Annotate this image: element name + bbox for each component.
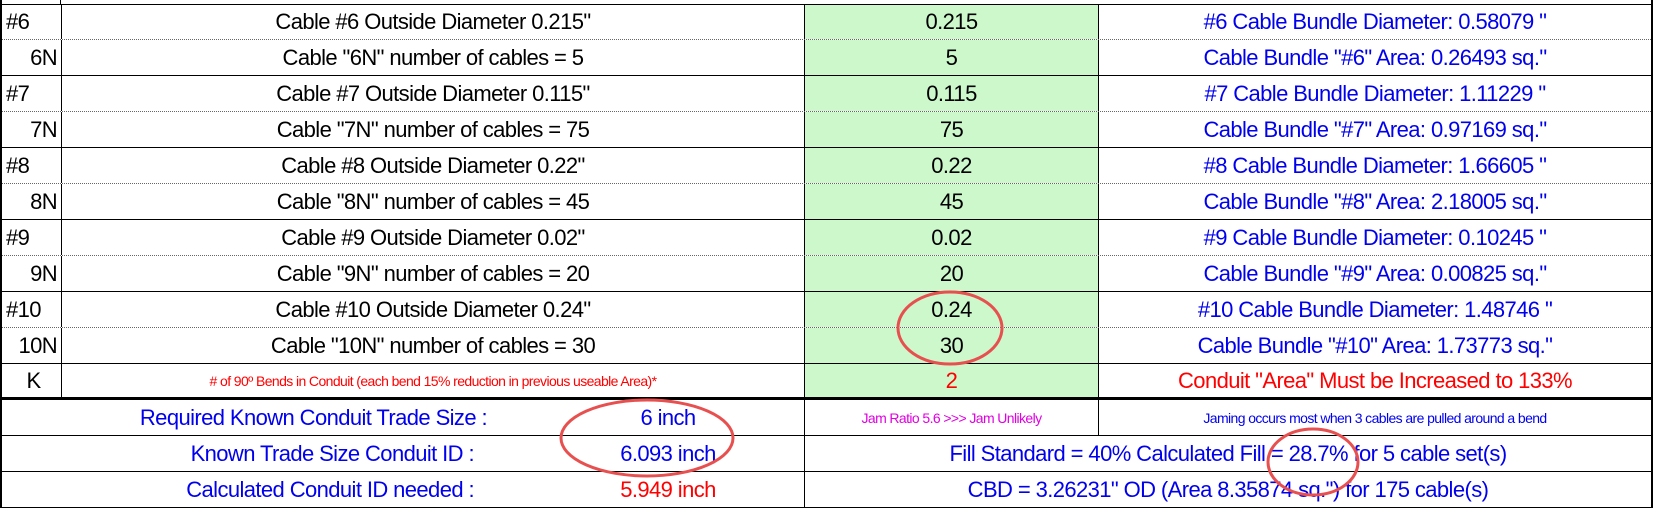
summary-row-trade-size: Required Known Conduit Trade Size : 6 in…	[2, 400, 1651, 436]
row-label: Cable #10 Outside Diameter 0.24"	[62, 292, 805, 327]
row-result: #7 Cable Bundle Diameter: 1.11229 "	[1204, 80, 1546, 106]
jam-ratio: Jam Ratio 5.6 >>> Jam Unlikely	[805, 400, 1099, 435]
row-id: #7	[2, 76, 62, 111]
row-input[interactable]: 5	[805, 40, 1099, 75]
row-result: Cable Bundle "#6" Area: 0.26493 sq."	[1203, 44, 1547, 70]
row-input[interactable]: 45	[805, 184, 1099, 219]
row-result: Cable Bundle "#7" Area: 0.97169 sq."	[1203, 116, 1547, 142]
bends-result: Conduit "Area" Must be Increased to 133%	[1178, 367, 1573, 393]
row-input[interactable]: 0.02	[805, 220, 1099, 255]
row-id: 9N	[2, 256, 62, 291]
row-label: Cable "9N" number of cables = 20	[62, 256, 805, 291]
cable-row: #6 Cable #6 Outside Diameter 0.215" 0.21…	[2, 4, 1651, 40]
row-id: #9	[2, 220, 62, 255]
row-id: 10N	[2, 328, 62, 363]
row-label: Cable #7 Outside Diameter 0.115"	[62, 76, 805, 111]
fill-result: Fill Standard = 40% Calculated Fill = 28…	[949, 440, 1507, 466]
cable-row: #8 Cable #8 Outside Diameter 0.22" 0.22 …	[2, 148, 1651, 184]
trade-size-label: Required Known Conduit Trade Size :	[139, 404, 488, 430]
row-input[interactable]: 0.115	[805, 76, 1099, 111]
trade-size-value: 6 inch	[532, 400, 805, 435]
row-id: #10	[2, 292, 62, 327]
bends-row: K # of 90º Bends in Conduit (each bend 1…	[2, 364, 1651, 400]
row-id: 7N	[2, 112, 62, 147]
row-input[interactable]: 20	[805, 256, 1099, 291]
row-label: Cable "7N" number of cables = 75	[62, 112, 805, 147]
cable-row: 10N Cable "10N" number of cables = 30 30…	[2, 328, 1651, 364]
bends-label: # of 90º Bends in Conduit (each bend 15%…	[62, 364, 805, 397]
row-label: Cable #6 Outside Diameter 0.215"	[62, 5, 805, 39]
row-result: #8 Cable Bundle Diameter: 1.66605 "	[1203, 152, 1547, 178]
row-result: Cable Bundle "#10" Area: 1.73773 sq."	[1197, 332, 1553, 358]
cable-row: #10 Cable #10 Outside Diameter 0.24" 0.2…	[2, 292, 1651, 328]
bends-input[interactable]: 2	[805, 364, 1099, 397]
row-result: Cable Bundle "#8" Area: 2.18005 sq."	[1203, 188, 1547, 214]
cable-row: 7N Cable "7N" number of cables = 75 75 C…	[2, 112, 1651, 148]
row-id: #8	[2, 148, 62, 183]
spreadsheet: #6 Cable #6 Outside Diameter 0.215" 0.21…	[0, 4, 1653, 508]
row-label: Cable "10N" number of cables = 30	[62, 328, 805, 363]
row-result: #10 Cable Bundle Diameter: 1.48746 "	[1197, 296, 1553, 322]
calc-id-value: 5.949 inch	[532, 472, 805, 507]
row-result: Cable Bundle "#9" Area: 0.00825 sq."	[1203, 260, 1547, 286]
row-label: Cable #8 Outside Diameter 0.22"	[62, 148, 805, 183]
row-id: #6	[2, 5, 62, 39]
row-input[interactable]: 0.22	[805, 148, 1099, 183]
cable-row: 9N Cable "9N" number of cables = 20 20 C…	[2, 256, 1651, 292]
row-id: 6N	[2, 40, 62, 75]
row-label: Cable #9 Outside Diameter 0.02"	[62, 220, 805, 255]
row-id: 8N	[2, 184, 62, 219]
row-input[interactable]: 0.24	[805, 292, 1099, 327]
conduit-id-value: 6.093 inch	[532, 436, 805, 471]
row-input[interactable]: 75	[805, 112, 1099, 147]
row-result: #6 Cable Bundle Diameter: 0.58079 "	[1203, 9, 1547, 34]
row-label: Cable "8N" number of cables = 45	[62, 184, 805, 219]
cable-row: #7 Cable #7 Outside Diameter 0.115" 0.11…	[2, 76, 1651, 112]
row-label: Cable "6N" number of cables = 5	[62, 40, 805, 75]
summary-row-conduit-id: Known Trade Size Conduit ID : 6.093 inch…	[2, 436, 1651, 472]
cable-row: #9 Cable #9 Outside Diameter 0.02" 0.02 …	[2, 220, 1651, 256]
summary-row-calc-id: Calculated Conduit ID needed : 5.949 inc…	[2, 472, 1651, 508]
cbd-result: CBD = 3.26231" OD (Area 8.35874 sq.") fo…	[967, 476, 1489, 502]
row-input[interactable]: 30	[805, 328, 1099, 363]
cable-row: 6N Cable "6N" number of cables = 5 5 Cab…	[2, 40, 1651, 76]
row-id: K	[2, 364, 62, 397]
calc-id-label: Calculated Conduit ID needed :	[186, 476, 474, 502]
cable-row: 8N Cable "8N" number of cables = 45 45 C…	[2, 184, 1651, 220]
row-result: #9 Cable Bundle Diameter: 0.10245 "	[1203, 224, 1547, 250]
conduit-id-label: Known Trade Size Conduit ID :	[190, 440, 475, 466]
jam-note: Jaming occurs most when 3 cables are pul…	[1203, 409, 1547, 426]
row-input[interactable]: 0.215	[805, 5, 1099, 39]
